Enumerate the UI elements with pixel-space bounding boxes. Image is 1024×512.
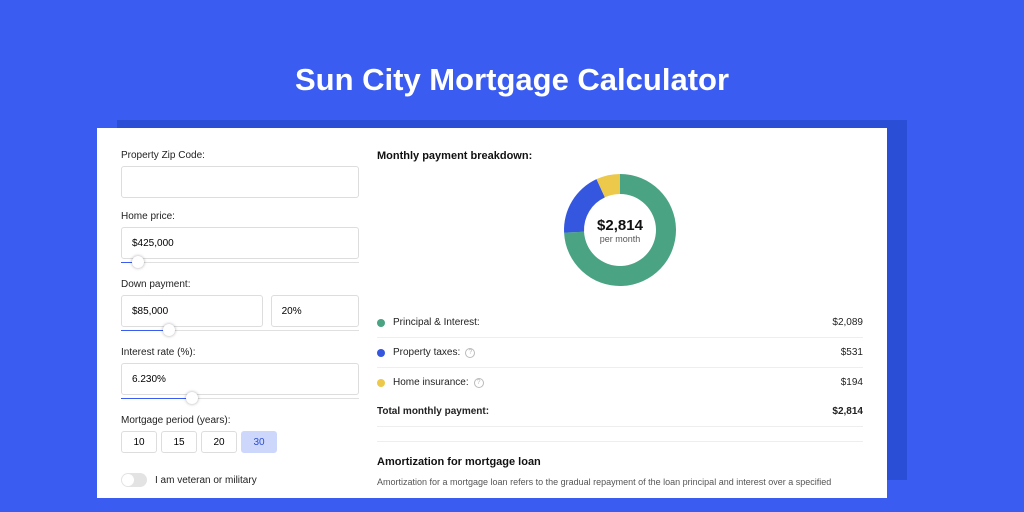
period-label: Mortgage period (years): <box>121 415 359 426</box>
down-payment-label: Down payment: <box>121 279 359 290</box>
home-price-input[interactable] <box>121 227 359 259</box>
period-button-30[interactable]: 30 <box>241 431 277 453</box>
veteran-row: I am veteran or military <box>121 473 359 487</box>
home-price-label: Home price: <box>121 211 359 222</box>
breakdown-value: $194 <box>841 377 863 388</box>
rate-input[interactable] <box>121 363 359 395</box>
veteran-label: I am veteran or military <box>155 475 257 486</box>
breakdown-label: Home insurance: <box>393 377 469 388</box>
payment-donut-chart: $2,814 per month <box>560 170 680 290</box>
breakdown-label: Property taxes: <box>393 347 460 358</box>
help-icon[interactable]: ? <box>474 378 484 388</box>
donut-wrap: $2,814 per month <box>377 170 863 290</box>
down-payment-slider[interactable] <box>121 326 359 334</box>
period-button-15[interactable]: 15 <box>161 431 197 453</box>
breakdown-row: Home insurance:? $194 <box>377 368 863 397</box>
page-title: Sun City Mortgage Calculator <box>0 0 1024 98</box>
breakdown-title: Monthly payment breakdown: <box>377 150 863 162</box>
legend-dot <box>377 319 385 327</box>
period-block: Mortgage period (years): 10152030 <box>121 415 359 453</box>
form-panel: Property Zip Code: Home price: Down paym… <box>121 150 359 498</box>
amortization-body: Amortization for a mortgage loan refers … <box>377 476 863 490</box>
down-payment-block: Down payment: <box>121 279 359 334</box>
legend-dot <box>377 379 385 387</box>
card-shadow: Property Zip Code: Home price: Down paym… <box>117 120 907 480</box>
total-label: Total monthly payment: <box>377 406 489 417</box>
home-price-block: Home price: <box>121 211 359 266</box>
zip-label: Property Zip Code: <box>121 150 359 161</box>
breakdown-row: Principal & Interest: $2,089 <box>377 308 863 338</box>
amortization-section: Amortization for mortgage loan Amortizat… <box>377 441 863 490</box>
legend-dot <box>377 349 385 357</box>
rate-block: Interest rate (%): <box>121 347 359 402</box>
period-button-20[interactable]: 20 <box>201 431 237 453</box>
rate-label: Interest rate (%): <box>121 347 359 358</box>
calculator-card: Property Zip Code: Home price: Down paym… <box>97 128 887 498</box>
breakdown-row: Property taxes:? $531 <box>377 338 863 368</box>
breakdown-value: $2,089 <box>832 317 863 328</box>
home-price-slider[interactable] <box>121 258 359 266</box>
zip-block: Property Zip Code: <box>121 150 359 198</box>
down-payment-amount-input[interactable] <box>121 295 263 327</box>
zip-input[interactable] <box>121 166 359 198</box>
down-payment-percent-input[interactable] <box>271 295 359 327</box>
period-button-10[interactable]: 10 <box>121 431 157 453</box>
breakdown-panel: Monthly payment breakdown: $2,814 per mo… <box>377 150 863 498</box>
donut-center-sub: per month <box>600 234 641 244</box>
breakdown-label: Principal & Interest: <box>393 317 480 328</box>
breakdown-value: $531 <box>841 347 863 358</box>
rate-slider[interactable] <box>121 394 359 402</box>
total-row: Total monthly payment: $2,814 <box>377 397 863 427</box>
help-icon[interactable]: ? <box>465 348 475 358</box>
veteran-toggle[interactable] <box>121 473 147 487</box>
amortization-title: Amortization for mortgage loan <box>377 456 863 468</box>
total-value: $2,814 <box>832 406 863 417</box>
donut-center-value: $2,814 <box>597 217 643 234</box>
